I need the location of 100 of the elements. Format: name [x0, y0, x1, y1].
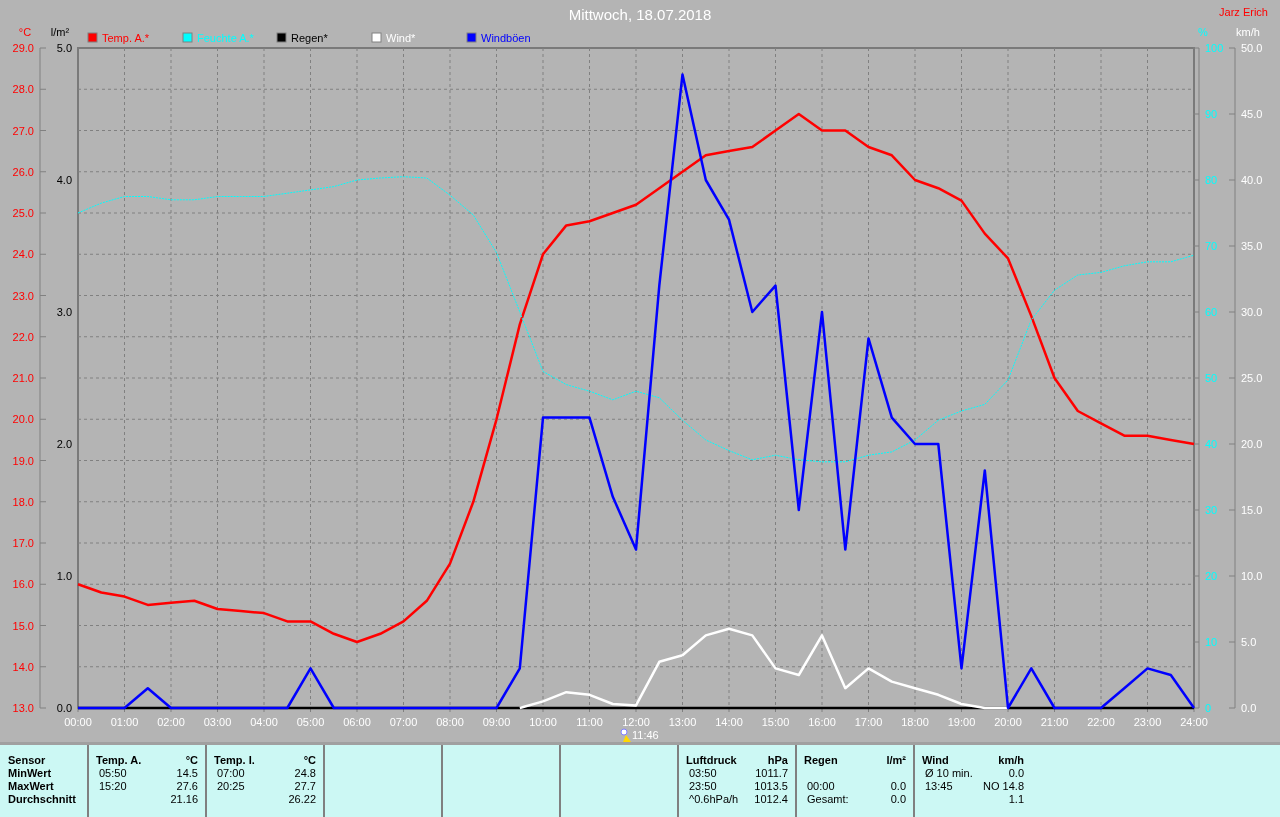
y-axis-label: 18.0	[12, 495, 34, 508]
y-axis-label: 20.0	[1241, 438, 1263, 450]
y-axis-label: 0.0	[56, 702, 72, 714]
stat-label: 23:50	[688, 780, 717, 793]
group-title: Wind	[922, 754, 949, 767]
x-axis-label: 10:00	[529, 716, 557, 728]
x-axis-label: 18:00	[901, 716, 929, 728]
stat-value: 1012.4	[754, 793, 788, 806]
y-axis-label: 60	[1205, 306, 1218, 318]
legend-label: Temp. A.*	[102, 32, 150, 44]
unit-label: km/h	[998, 754, 1024, 767]
y-axis-label: 25.0	[1241, 372, 1263, 384]
x-axis-label: 07:00	[389, 716, 418, 728]
group-title: Luftdruck	[686, 754, 737, 767]
x-axis-label: 05:00	[296, 716, 325, 728]
stat-value: NO 14.8	[983, 780, 1024, 793]
stat-value: 24.8	[294, 767, 316, 780]
y-axis-label: 90	[1205, 108, 1218, 120]
y-axis-label: 10.0	[1241, 570, 1263, 582]
stat-label: 15:20	[98, 780, 127, 793]
stat-label: Ø 10 min.	[924, 767, 973, 780]
stat-value: 26.22	[288, 793, 316, 806]
legend-label: Windböen	[481, 32, 531, 44]
x-axis-label: 03:00	[203, 716, 232, 728]
legend-label: Feuchte A.*	[197, 32, 254, 44]
y-axis-label: 15.0	[12, 619, 34, 632]
y-axis-label: 14.0	[12, 660, 34, 673]
y-axis-label: 35.0	[1241, 240, 1263, 252]
group-title: Regen	[804, 754, 838, 767]
y-axis-label: 45.0	[1241, 108, 1263, 120]
x-axis-label: 09:00	[482, 716, 511, 728]
y-axis-label: 22.0	[12, 330, 34, 343]
y-axis-label: 40.0	[1241, 174, 1263, 186]
x-axis-label: 16:00	[808, 716, 836, 728]
y-axis-label: 30.0	[1241, 306, 1263, 318]
x-axis-label: 21:00	[1040, 716, 1069, 728]
y-axis-label: 50	[1205, 372, 1218, 384]
y-axis-label: 19.0	[12, 454, 34, 467]
stat-label: 20:25	[216, 780, 245, 793]
y-axis-label: 27.0	[12, 124, 34, 137]
x-axis-label: 19:00	[947, 716, 976, 728]
y-axis-label: 16.0	[12, 578, 34, 591]
stat-value: 27.6	[176, 780, 198, 793]
y-axis-label: 1.0	[56, 570, 72, 582]
stat-label: ^0.6hPa/h	[688, 793, 739, 806]
y-axis-label: 15.0	[1241, 504, 1263, 516]
x-axis-label: 02:00	[157, 716, 185, 728]
y-axis-label: 40	[1205, 438, 1218, 450]
x-axis-label: 14:00	[715, 716, 743, 728]
stat-value: 1013.5	[754, 780, 788, 793]
y-axis-label: 24.0	[12, 248, 34, 261]
y-axis-label: 3.0	[56, 306, 72, 318]
row-label: Durchschnitt	[8, 793, 77, 806]
stat-value: 1.1	[1008, 793, 1024, 806]
unit-label: hPa	[767, 754, 788, 767]
stat-value: 27.7	[294, 780, 316, 793]
stat-value: 0.0	[890, 780, 906, 793]
author-label: Jarz Erich	[1219, 6, 1268, 18]
x-axis-label: 15:00	[761, 716, 790, 728]
y-axis-label: 10	[1205, 636, 1218, 648]
y-axis-label: 26.0	[12, 165, 34, 178]
axis-unit-label: °C	[18, 26, 32, 38]
stat-value: 14.5	[176, 767, 198, 780]
y-axis-label: 2.0	[56, 438, 72, 450]
stat-value: 0.0	[890, 793, 906, 806]
stat-value: 1011.7	[755, 767, 788, 780]
y-axis-label: 25.0	[12, 207, 34, 219]
stat-label: 00:00	[806, 780, 835, 793]
y-axis-label: 70	[1205, 240, 1218, 252]
unit-label: °C	[303, 754, 316, 767]
x-axis-label: 22:00	[1087, 716, 1115, 728]
group-title: Temp. I.	[214, 754, 255, 767]
time-marker-label: 11:46	[632, 729, 659, 741]
chart-title: Mittwoch, 18.07.2018	[568, 6, 712, 23]
stat-label: 13:45	[924, 780, 953, 793]
sun-icon	[620, 728, 631, 742]
group-title: Temp. A.	[96, 754, 142, 767]
stat-value: 0.0	[1008, 767, 1024, 780]
x-axis-label: 13:00	[668, 716, 697, 728]
y-axis-label: 0.0	[1241, 702, 1257, 714]
axis-unit-label: l/m²	[50, 26, 70, 38]
x-axis-label: 01:00	[110, 716, 139, 728]
x-axis-label: 24:00	[1180, 716, 1208, 728]
y-axis-label: 28.0	[12, 83, 34, 96]
x-axis-label: 06:00	[343, 716, 371, 728]
row-label: MinWert	[8, 767, 53, 780]
y-axis-label: 20.0	[12, 413, 34, 426]
axis-unit-label: km/h	[1236, 26, 1260, 38]
axis-unit-label: %	[1198, 26, 1208, 38]
legend-label: Regen*	[291, 32, 328, 44]
stat-label: 05:50	[98, 767, 127, 780]
y-axis-label: 0	[1205, 702, 1212, 714]
x-axis-label: 04:00	[250, 716, 278, 728]
y-axis-label: 23.0	[12, 289, 34, 302]
y-axis-label: 4.0	[56, 174, 72, 186]
y-axis-label: 80	[1205, 174, 1218, 186]
legend-label: Wind*	[386, 32, 416, 44]
x-axis-label: 00:00	[64, 716, 92, 728]
y-axis-label: 21.0	[12, 372, 34, 384]
y-axis-label: 20	[1205, 570, 1218, 582]
